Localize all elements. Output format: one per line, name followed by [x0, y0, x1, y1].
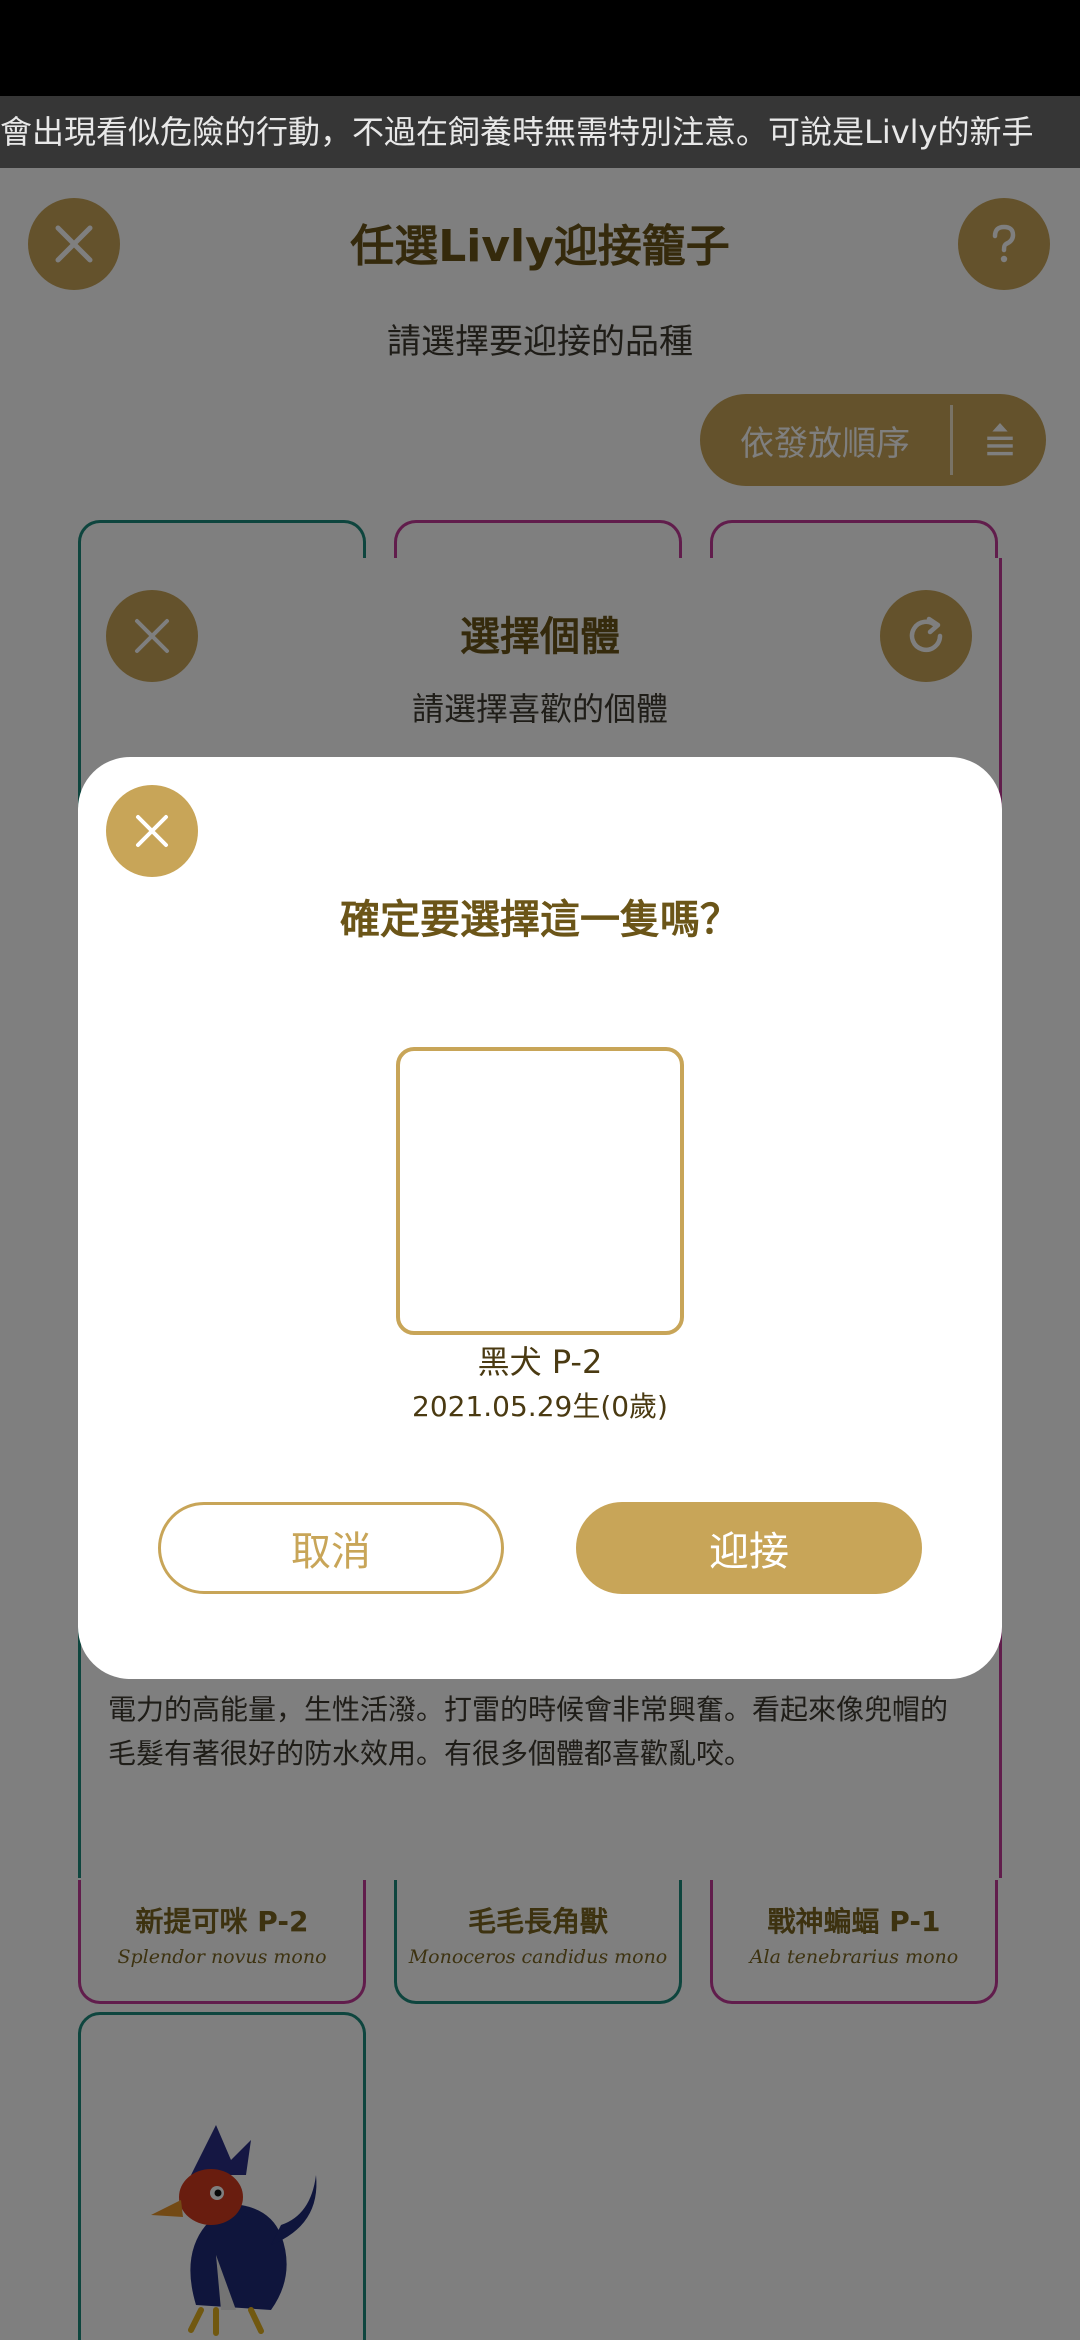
dialog-close-button[interactable] [106, 785, 198, 877]
pet-image-frame [396, 1047, 684, 1335]
news-ticker: 會出現看似危險的行動，不過在飼養時無需特別注意。可說是Livly的新手 [0, 96, 1080, 168]
dialog-title: 確定要選擇這一隻嗎？ [340, 897, 740, 943]
cancel-button[interactable]: 取消 [158, 1502, 504, 1594]
confirm-adopt-button[interactable]: 迎接 [576, 1502, 922, 1594]
ticker-text: 會出現看似危險的行動，不過在飼養時無需特別注意。可說是Livly的新手 [0, 113, 1034, 151]
status-bar [0, 0, 1080, 96]
pet-name: 黑犬 P-2 [477, 1343, 603, 1381]
confirm-dialog: 確定要選擇這一隻嗎？ 黑犬 P-2 2021.05.29生(0歲) 取消 迎接 [78, 757, 1002, 1679]
pet-birth-date: 2021.05.29生(0歲) [412, 1390, 668, 1423]
close-icon [136, 815, 168, 847]
